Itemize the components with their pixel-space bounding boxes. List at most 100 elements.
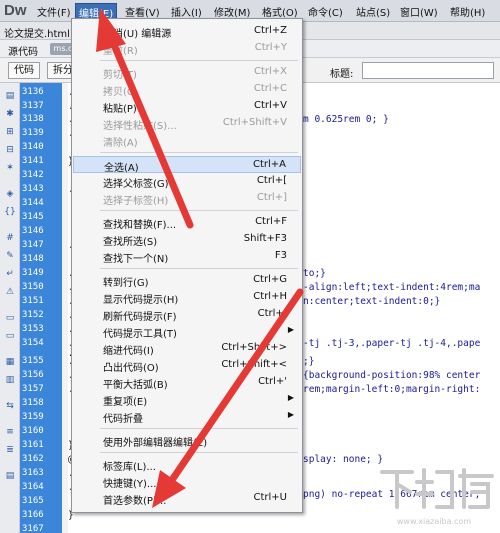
menu-item-label: 显示代码提示(H)	[103, 295, 179, 306]
menu-item-label: 查找下一个(N)	[103, 254, 169, 265]
menu-item-shortcut: Ctrl+Shift+V	[222, 117, 287, 128]
code-view-button[interactable]: 代码	[8, 62, 40, 79]
document-tab[interactable]: 论文提交.html	[4, 25, 70, 40]
menu-item-label: 查找和替换(F)...	[103, 220, 177, 231]
highlight-invalid-code-icon[interactable]: ✎	[4, 251, 16, 262]
menu-cut[interactable]: 剪切(T) Ctrl+X	[73, 64, 301, 81]
menu-show-code-hints[interactable]: 显示代码提示(H) Ctrl+H	[73, 289, 301, 306]
line-number: 3141	[22, 156, 44, 166]
menu-format[interactable]: 格式(O)	[262, 4, 298, 19]
move-css-icon[interactable]: ⇆	[4, 401, 16, 412]
format-source-icon[interactable]: ▤	[4, 471, 16, 482]
menu-item-label: 代码折叠	[103, 414, 143, 425]
menu-item-label: 标签库(L)...	[103, 462, 156, 473]
show-code-navigator-icon[interactable]: ✱	[4, 109, 16, 120]
menu-separator	[100, 210, 298, 211]
menu-item-shortcut: Ctrl+Y	[254, 42, 287, 53]
menu-separator	[100, 428, 298, 429]
menu-select-parent-tag[interactable]: 选择父标签(G) Ctrl+[	[73, 173, 301, 190]
title-label: 标题:	[330, 69, 354, 80]
line-number: 3167	[22, 524, 44, 533]
menu-select-child-tag[interactable]: 选择子标签(H) Ctrl+]	[73, 190, 301, 207]
submenu-arrow-icon: ▶	[287, 393, 294, 402]
menu-select-all[interactable]: 全选(A) Ctrl+A	[73, 156, 301, 174]
menu-refresh-code-hints[interactable]: 刷新代码提示(F) Ctrl+.	[73, 306, 301, 323]
line-number: 3147	[22, 240, 44, 250]
source-code-tab[interactable]: 源代码	[8, 43, 38, 58]
menu-undo[interactable]: 撤消(U) 编辑源 Ctrl+Z	[73, 23, 301, 40]
menu-commands[interactable]: 命令(C)	[308, 4, 343, 19]
menu-item-shortcut: Ctrl+X	[253, 66, 287, 77]
open-documents-icon[interactable]: ▤	[4, 91, 16, 102]
line-numbers-icon[interactable]: #	[4, 233, 16, 244]
collapse-selection-icon[interactable]: ⊟	[4, 145, 16, 156]
menu-copy[interactable]: 拷贝(C) Ctrl+C	[73, 81, 301, 98]
wrap-tag-icon[interactable]: ▦	[4, 357, 16, 368]
menu-item-shortcut: Ctrl+A	[252, 159, 286, 170]
code-fragment: rem;margin-left:0;margin-right:	[303, 384, 481, 395]
word-wrap-icon[interactable]: ↵	[4, 269, 16, 280]
menu-view[interactable]: 查看(V)	[125, 4, 160, 19]
title-input[interactable]	[362, 62, 494, 79]
menu-code-hint-tools[interactable]: 代码提示工具(T) ▶	[73, 323, 301, 340]
code-fragment: ;}	[303, 356, 315, 367]
menu-code-collapse[interactable]: 代码折叠 ▶	[73, 408, 301, 425]
collapse-full-tag-icon[interactable]: ⊞	[4, 127, 16, 138]
balance-braces-icon[interactable]: {}	[4, 207, 16, 218]
menu-edit-with-external-editor[interactable]: 使用外部编辑器编辑(E)	[73, 432, 301, 449]
line-number: 3165	[22, 496, 44, 506]
dw-logo: Dw	[4, 2, 27, 19]
menu-keyboard-shortcuts[interactable]: 快捷键(Y)...	[73, 473, 301, 490]
indent-code-icon[interactable]: ≡	[4, 427, 16, 438]
line-number: 3159	[22, 412, 44, 422]
menu-file[interactable]: 文件(F)	[37, 4, 71, 19]
recent-snippets-icon[interactable]: ▥	[4, 375, 16, 386]
menu-site[interactable]: 站点(S)	[356, 4, 390, 19]
select-parent-tag-icon[interactable]: ◈	[4, 189, 16, 200]
menu-clear[interactable]: 清除(A)	[73, 132, 301, 149]
menu-balance-braces[interactable]: 平衡大括弧(B) Ctrl+'	[73, 374, 301, 391]
menu-separator	[100, 152, 298, 153]
menu-preferences[interactable]: 首选参数(P)... Ctrl+U	[73, 490, 301, 507]
menu-item-label: 撤消(U) 编辑源	[103, 29, 172, 40]
menu-modify[interactable]: 修改(M)	[214, 4, 250, 19]
menu-item-label: 剪切(T)	[103, 70, 137, 81]
menu-separator	[100, 60, 298, 61]
menu-item-label: 刷新代码提示(F)	[103, 312, 177, 323]
menu-find-selection[interactable]: 查找所选(S) Shift+F3	[73, 231, 301, 248]
line-number: 3155	[22, 356, 44, 366]
menu-paste-special[interactable]: 选择性粘贴(S)... Ctrl+Shift+V	[73, 115, 301, 132]
line-number: 3157	[22, 384, 44, 394]
line-number: 3156	[22, 370, 44, 380]
menu-outdent-code[interactable]: 凸出代码(O) Ctrl+Shift+<	[73, 357, 301, 374]
line-number: 3140	[22, 142, 44, 152]
remove-comment-icon[interactable]: ▭	[4, 331, 16, 342]
menu-help[interactable]: 帮助(H)	[450, 4, 485, 19]
syntax-error-alerts-icon[interactable]: ⚠	[4, 287, 16, 298]
menu-item-label: 代码提示工具(T)	[103, 329, 177, 340]
line-number: 3142	[22, 170, 44, 180]
menu-repeating-items[interactable]: 重复项(E) ▶	[73, 391, 301, 408]
menu-item-label: 平衡大括弧(B)	[103, 380, 168, 391]
submenu-arrow-icon: ▶	[287, 325, 294, 334]
menu-item-label: 清除(A)	[103, 138, 138, 149]
menu-item-label: 查找所选(S)	[103, 237, 158, 248]
menu-item-label: 使用外部编辑器编辑(E)	[103, 438, 208, 449]
menu-window[interactable]: 窗口(W)	[400, 4, 438, 19]
menu-insert[interactable]: 插入(I)	[171, 4, 202, 19]
menu-tag-libraries[interactable]: 标签库(L)...	[73, 456, 301, 473]
line-number: 3161	[22, 440, 44, 450]
submenu-arrow-icon: ▶	[287, 410, 294, 419]
menu-paste[interactable]: 粘贴(P) Ctrl+V	[73, 98, 301, 115]
menu-redo[interactable]: 重做(R) Ctrl+Y	[73, 40, 301, 57]
outdent-code-icon[interactable]: ≣	[4, 445, 16, 456]
menu-find-next[interactable]: 查找下一个(N) F3	[73, 248, 301, 265]
menu-item-label: 快捷键(Y)...	[103, 479, 157, 490]
menu-indent-code[interactable]: 缩进代码(I) Ctrl+Shift+>	[73, 340, 301, 357]
apply-comment-icon[interactable]: ▭	[4, 313, 16, 324]
menu-item-shortcut: Shift+F3	[243, 233, 287, 244]
menu-find-replace[interactable]: 查找和替换(F)... Ctrl+F	[73, 214, 301, 231]
menu-go-to-line[interactable]: 转到行(G) Ctrl+G	[73, 272, 301, 289]
menu-item-label: 选择子标签(H)	[103, 196, 169, 207]
expand-all-icon[interactable]: ✶	[4, 163, 16, 174]
